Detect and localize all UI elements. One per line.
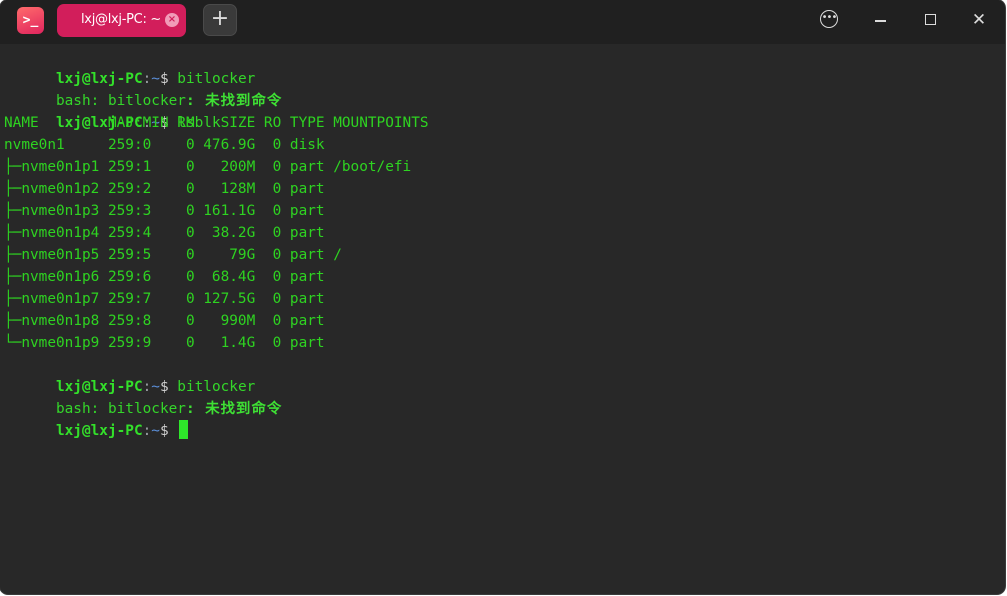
prompt-line: lxj@lxj-PC:~$ bitlocker bbox=[4, 354, 1005, 395]
terminal-output[interactable]: lxj@lxj-PC:~$ bitlocker bash: bitlocker:… bbox=[4, 46, 1005, 594]
command-text: bitlocker bbox=[168, 379, 256, 395]
text-cursor bbox=[179, 420, 189, 439]
prompt-symbol: $ bbox=[159, 379, 169, 395]
minimize-button[interactable] bbox=[866, 8, 896, 32]
maximize-icon bbox=[925, 14, 936, 25]
prompt-separator: : bbox=[142, 379, 152, 395]
error-prefix: bash: bitlocker bbox=[55, 401, 186, 417]
close-window-button[interactable]: ✕ bbox=[964, 8, 994, 32]
lsblk-row: ├─nvme0n1p6 259:6 0 68.4G 0 part bbox=[4, 269, 325, 285]
minimize-icon bbox=[875, 20, 886, 22]
lsblk-row: ├─nvme0n1p1 259:1 0 200M 0 part /boot/ef… bbox=[4, 159, 412, 175]
tab-terminal[interactable]: lxj@lxj-PC: ~ × bbox=[57, 4, 186, 37]
more-icon-dots: ••• bbox=[821, 12, 838, 23]
lsblk-row: ├─nvme0n1p8 259:8 0 990M 0 part bbox=[4, 313, 325, 329]
lsblk-row: ├─nvme0n1p2 259:2 0 128M 0 part bbox=[4, 181, 325, 197]
command-input[interactable] bbox=[169, 423, 178, 439]
maximize-button[interactable] bbox=[915, 8, 945, 32]
prompt-user-host: lxj@lxj-PC bbox=[55, 379, 143, 395]
prompt-user-host: lxj@lxj-PC bbox=[55, 71, 143, 87]
lsblk-row: ├─nvme0n1p5 259:5 0 79G 0 part / bbox=[4, 247, 342, 263]
terminal-icon: >_ bbox=[17, 7, 44, 34]
prompt-separator: : bbox=[142, 423, 152, 439]
close-icon[interactable]: × bbox=[165, 13, 179, 27]
lsblk-row: ├─nvme0n1p7 259:7 0 127.5G 0 part bbox=[4, 291, 325, 307]
new-tab-button[interactable]: + bbox=[203, 4, 237, 36]
lsblk-row: └─nvme0n1p9 259:9 0 1.4G 0 part bbox=[4, 335, 325, 351]
prompt-symbol: $ bbox=[159, 71, 169, 87]
prompt-path: ~ bbox=[151, 71, 160, 87]
titlebar[interactable]: >_ lxj@lxj-PC: ~ × + ••• ✕ bbox=[0, 0, 1005, 44]
prompt-separator: : bbox=[142, 71, 152, 87]
prompt-symbol: $ bbox=[159, 423, 169, 439]
error-message: : 未找到命令 bbox=[185, 401, 283, 417]
prompt-line: lxj@lxj-PC:~$ bitlocker bbox=[4, 46, 1005, 87]
error-prefix: bash: bitlocker bbox=[55, 93, 186, 109]
prompt-path: ~ bbox=[151, 379, 160, 395]
prompt-user-host: lxj@lxj-PC bbox=[55, 423, 143, 439]
command-text: bitlocker bbox=[168, 71, 256, 87]
lsblk-row: ├─nvme0n1p4 259:4 0 38.2G 0 part bbox=[4, 225, 325, 241]
lsblk-row: nvme0n1 259:0 0 476.9G 0 disk bbox=[4, 137, 325, 153]
prompt-path: ~ bbox=[151, 423, 160, 439]
lsblk-header: NAME MAJ:MIN RM SIZE RO TYPE MOUNTPOINTS bbox=[4, 115, 429, 131]
plus-icon: + bbox=[210, 6, 230, 31]
lsblk-row: ├─nvme0n1p3 259:3 0 161.1G 0 part bbox=[4, 203, 325, 219]
menu-button[interactable]: ••• bbox=[814, 8, 844, 32]
tab-label: lxj@lxj-PC: ~ bbox=[81, 12, 161, 27]
terminal-window: >_ lxj@lxj-PC: ~ × + ••• ✕ lxj@lxj-PC:~$… bbox=[0, 0, 1005, 594]
close-icon: ✕ bbox=[971, 10, 987, 30]
error-message: : 未找到命令 bbox=[185, 93, 283, 109]
